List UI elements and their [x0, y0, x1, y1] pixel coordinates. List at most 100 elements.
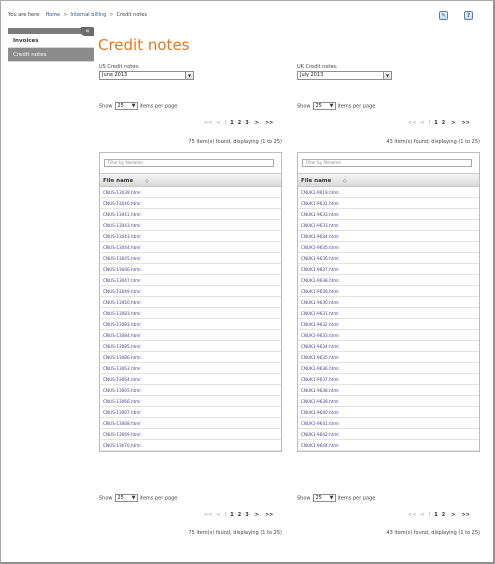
file-link[interactable]: CNUK1-9619.html [298, 187, 479, 198]
uk-month-select[interactable]: July 2013 ▼ [297, 71, 392, 80]
pager-page-2[interactable]: 2 [238, 120, 241, 126]
pager-page-1[interactable]: 1 [434, 120, 437, 126]
us-page-size-select-bottom[interactable]: 25 ▼ [114, 494, 138, 502]
file-link[interactable]: CNUS-13067.html [100, 407, 281, 418]
file-link[interactable]: CNUS-13064.html [100, 374, 281, 385]
help-icon[interactable]: ? [464, 11, 473, 20]
file-link[interactable]: CNUK1-9635.html [298, 352, 479, 363]
pager-last-button[interactable]: >> [265, 120, 273, 126]
pager-first-button[interactable]: << [408, 120, 416, 126]
sort-icon[interactable]: ◇ [343, 174, 347, 188]
file-link[interactable]: CNUS-13066.html [100, 396, 281, 407]
file-link[interactable]: CNUK1-9636.html [298, 253, 479, 264]
file-link[interactable]: CNUS-13050.html [100, 297, 281, 308]
pager-last-button[interactable]: >> [461, 512, 469, 518]
file-link[interactable]: CNUS-13068.html [100, 418, 281, 429]
sidebar-item-credit-notes[interactable]: Credit notes [8, 48, 94, 62]
file-link[interactable]: CNUK1-9634.html [298, 231, 479, 242]
file-link[interactable]: CNUK1-9634.html [298, 341, 479, 352]
pager-first-button[interactable]: << [204, 512, 212, 518]
pager-page-2[interactable]: 2 [442, 512, 445, 518]
file-link[interactable]: CNUS-13049.html [100, 286, 281, 297]
file-link[interactable]: CNUS-13041.html [100, 209, 281, 220]
uk-filter-input[interactable]: Filter by filename [302, 159, 472, 167]
file-link[interactable]: CNUK1-9639.html [298, 286, 479, 297]
file-link[interactable]: CNUS-13084.html [100, 330, 281, 341]
file-link[interactable]: CNUK1-9636.html [298, 363, 479, 374]
column-title: File name [301, 178, 332, 184]
uk-pager-top: << < | 1 2 > >> [404, 120, 470, 126]
file-link[interactable]: CNUK1-9633.html [298, 209, 479, 220]
breadcrumb-current: Credit notes [116, 12, 148, 18]
file-link[interactable]: CNUK1-9630.html [298, 297, 479, 308]
uk-credit-notes-label: UK Credit notes: [297, 64, 338, 70]
pager-first-button[interactable]: << [408, 512, 416, 518]
file-link[interactable]: CNUK1-9639.html [298, 396, 479, 407]
pager-next-button[interactable]: > [255, 120, 259, 126]
pager-page-2[interactable]: 2 [442, 120, 445, 126]
edit-page-icon[interactable]: ✎ [439, 11, 448, 20]
breadcrumb-home-link[interactable]: Home [45, 12, 60, 18]
pager-page-3[interactable]: 3 [245, 512, 248, 518]
file-link[interactable]: CNUS-13086.html [100, 352, 281, 363]
uk-page-size-select-bottom[interactable]: 25 ▼ [312, 494, 336, 502]
file-link[interactable]: CNUS-13083.html [100, 308, 281, 319]
us-filter-input[interactable]: Filter by filename [104, 159, 274, 167]
file-link[interactable]: CNUK1-9637.html [298, 264, 479, 275]
us-page-size-select[interactable]: 25 ▼ [114, 102, 138, 110]
pager-prev-button[interactable]: < [420, 120, 424, 126]
pager-page-2[interactable]: 2 [238, 512, 241, 518]
sidebar-item-invoices[interactable]: Invoices [8, 34, 94, 48]
page-size-value: 25 [117, 495, 124, 501]
pager-next-button[interactable]: > [451, 120, 455, 126]
file-link[interactable]: CNUS-13039.html [100, 187, 281, 198]
file-link[interactable]: CNUK1-9633.html [298, 330, 479, 341]
file-link[interactable]: CNUS-13047.html [100, 275, 281, 286]
file-link[interactable]: CNUS-13065.html [100, 385, 281, 396]
collapse-sidebar-button[interactable]: « [81, 27, 94, 36]
pager-separator: | [428, 512, 431, 518]
file-link[interactable]: CNUS-13069.html [100, 429, 281, 440]
file-link[interactable]: CNUK1-9635.html [298, 242, 479, 253]
file-link[interactable]: CNUS-13043.html [100, 231, 281, 242]
file-link[interactable]: CNUK1-9631.html [298, 308, 479, 319]
breadcrumb-billing-link[interactable]: Internal billing [70, 12, 106, 18]
file-link[interactable]: CNUK1-9633.html [298, 220, 479, 231]
us-file-name-column-header[interactable]: File name ◇ [100, 173, 281, 187]
pager-page-1[interactable]: 1 [230, 120, 233, 126]
pager-first-button[interactable]: << [204, 120, 212, 126]
file-link[interactable]: CNUS-13085.html [100, 341, 281, 352]
pager-last-button[interactable]: >> [265, 512, 273, 518]
uk-results-count-bottom: 43 item(s) found, displaying (1 to 25) [386, 530, 480, 536]
file-link[interactable]: CNUK1-9641.html [298, 418, 479, 429]
pager-page-1[interactable]: 1 [230, 512, 233, 518]
us-month-select[interactable]: June 2013 ▼ [99, 71, 194, 80]
file-link[interactable]: CNUS-13046.html [100, 264, 281, 275]
file-link[interactable]: CNUK1-9637.html [298, 374, 479, 385]
file-link[interactable]: CNUK1-9631.html [298, 198, 479, 209]
file-link[interactable]: CNUS-13063.html [100, 363, 281, 374]
pager-next-button[interactable]: > [255, 512, 259, 518]
sort-icon[interactable]: ◇ [145, 174, 149, 188]
file-link[interactable]: CNUK1-9638.html [298, 275, 479, 286]
pager-prev-button[interactable]: < [216, 512, 220, 518]
file-link[interactable]: CNUK1-9644.html [298, 440, 479, 451]
pager-page-1[interactable]: 1 [434, 512, 437, 518]
file-link[interactable]: CNUK1-9640.html [298, 407, 479, 418]
file-link[interactable]: CNUK1-9632.html [298, 319, 479, 330]
pager-next-button[interactable]: > [451, 512, 455, 518]
pager-last-button[interactable]: >> [461, 120, 469, 126]
file-link[interactable]: CNUS-13070.html [100, 440, 281, 451]
pager-prev-button[interactable]: < [216, 120, 220, 126]
pager-prev-button[interactable]: < [420, 512, 424, 518]
uk-file-name-column-header[interactable]: File name ◇ [298, 173, 479, 187]
pager-page-3[interactable]: 3 [245, 120, 248, 126]
file-link[interactable]: CNUS-13083.html [100, 319, 281, 330]
file-link[interactable]: CNUS-13044.html [100, 242, 281, 253]
file-link[interactable]: CNUK1-9638.html [298, 385, 479, 396]
file-link[interactable]: CNUK1-9642.html [298, 429, 479, 440]
uk-page-size-select[interactable]: 25 ▼ [312, 102, 336, 110]
file-link[interactable]: CNUS-13040.html [100, 198, 281, 209]
file-link[interactable]: CNUS-13045.html [100, 253, 281, 264]
file-link[interactable]: CNUS-13043.html [100, 220, 281, 231]
